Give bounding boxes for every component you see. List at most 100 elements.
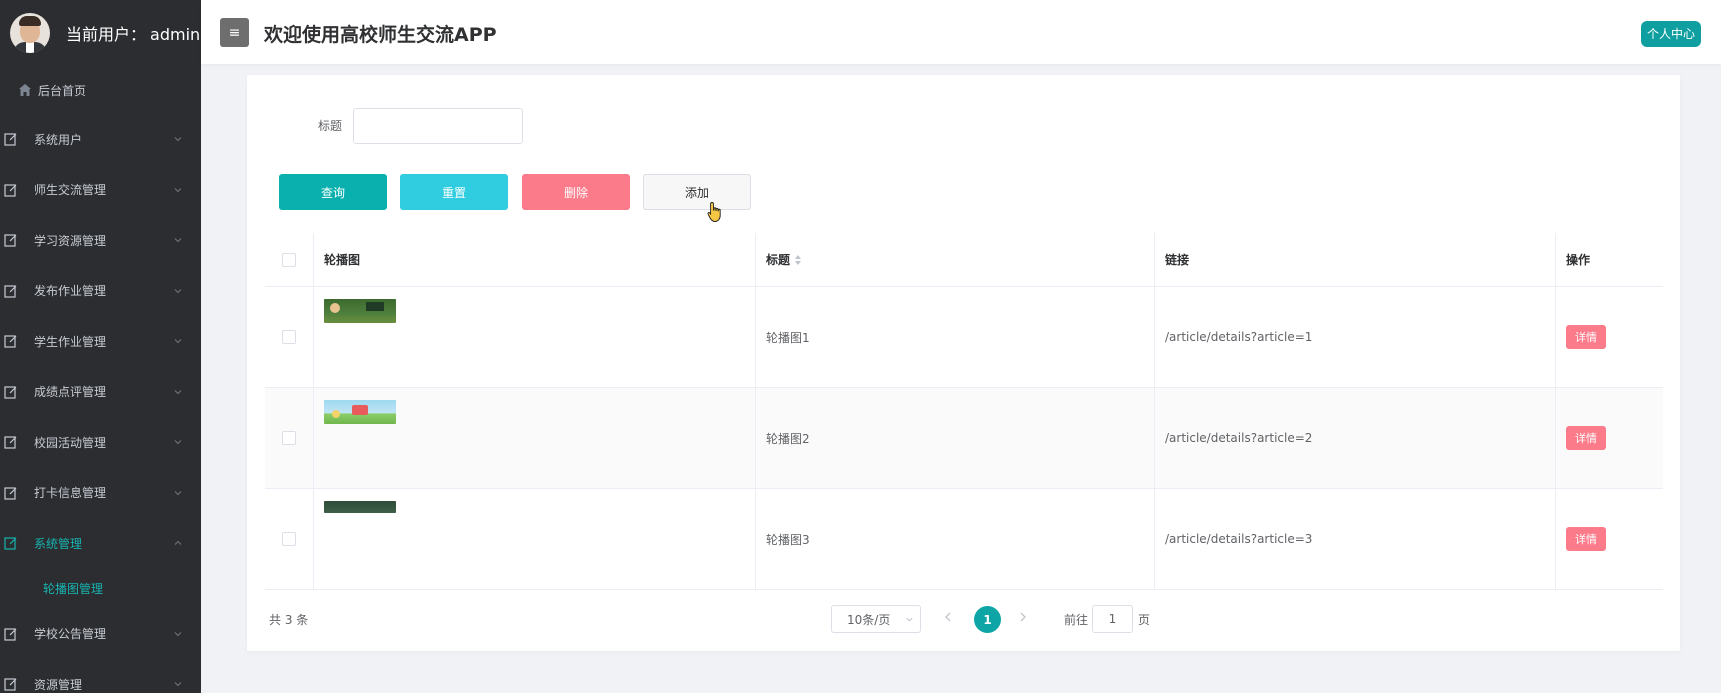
chevron-down-icon xyxy=(174,339,182,344)
next-page-icon[interactable] xyxy=(1016,610,1030,624)
goto-page-input[interactable] xyxy=(1092,605,1133,633)
goto-label: 前往 xyxy=(1064,613,1089,627)
edit-icon xyxy=(4,184,17,197)
edit-icon xyxy=(4,335,17,348)
page-size-value: 10条/页 xyxy=(847,612,891,627)
row-link: /article/details?article=1 xyxy=(1155,287,1556,387)
header-title-cell[interactable]: 标题 xyxy=(756,233,1155,286)
header-link: 链接 xyxy=(1155,233,1556,286)
add-button[interactable]: 添加 xyxy=(643,174,751,210)
row-checkbox[interactable] xyxy=(282,330,296,344)
sidebar-item-label: 资源管理 xyxy=(34,677,83,692)
row-select-cell xyxy=(265,489,314,589)
row-checkbox[interactable] xyxy=(282,431,296,445)
carousel-thumbnail[interactable] xyxy=(324,501,396,513)
goto-suffix: 页 xyxy=(1138,613,1151,627)
sidebar-item-label: 学习资源管理 xyxy=(34,233,107,248)
edit-icon xyxy=(4,386,17,399)
edit-icon xyxy=(4,628,17,641)
prev-page-icon[interactable] xyxy=(941,610,955,624)
current-user-prefix: 当前用户： xyxy=(66,25,147,44)
top-bar: ≡ 欢迎使用高校师生交流APP 个人中心 xyxy=(201,0,1721,64)
content-card: 标题 查询 重置 删除 添加 轮播图 标题 链接 操作 轮播图1 /articl… xyxy=(247,75,1680,651)
edit-icon xyxy=(4,436,17,449)
sidebar-item-label: 成绩点评管理 xyxy=(34,385,107,400)
sidebar-item-label: 系统管理 xyxy=(34,536,83,551)
row-title: 轮播图1 xyxy=(756,287,1155,387)
sidebar-item-home[interactable]: 后台首页 xyxy=(0,66,201,114)
chevron-down-icon xyxy=(174,490,182,496)
sidebar-item-learning-resources[interactable]: 学习资源管理 xyxy=(0,215,201,266)
chevron-down-icon xyxy=(174,440,182,445)
table-row: 轮播图1 /article/details?article=1 详情 xyxy=(265,287,1663,388)
sidebar-item-label: 学校公告管理 xyxy=(34,627,107,642)
app-title: 欢迎使用高校师生交流APP xyxy=(264,24,497,46)
select-all-cell xyxy=(265,233,314,286)
sidebar-subitem-label: 轮播图管理 xyxy=(43,582,104,596)
row-image-cell xyxy=(314,388,756,488)
chevron-down-icon xyxy=(174,187,182,193)
row-actions-cell: 详情 xyxy=(1556,287,1663,387)
delete-button[interactable]: 删除 xyxy=(522,174,630,210)
detail-button[interactable]: 详情 xyxy=(1566,426,1606,450)
sidebar-item-check-in[interactable]: 打卡信息管理 xyxy=(0,468,201,519)
query-button[interactable]: 查询 xyxy=(279,174,387,210)
carousel-thumbnail[interactable] xyxy=(324,400,396,424)
sidebar-item-teacher-student-exchange[interactable]: 师生交流管理 xyxy=(0,165,201,216)
row-checkbox[interactable] xyxy=(282,532,296,546)
sidebar-item-student-homework[interactable]: 学生作业管理 xyxy=(0,316,201,367)
hand-pointer-icon xyxy=(707,202,721,222)
user-block: 当前用户： admin xyxy=(0,0,201,66)
avatar xyxy=(10,13,50,53)
detail-button[interactable]: 详情 xyxy=(1566,325,1606,349)
sidebar-item-system-management[interactable]: 系统管理 xyxy=(0,518,201,569)
row-link: /article/details?article=3 xyxy=(1155,489,1556,589)
sidebar-item-resources[interactable]: 资源管理 xyxy=(0,659,201,693)
row-image-cell xyxy=(314,287,756,387)
row-actions-cell: 详情 xyxy=(1556,388,1663,488)
row-title: 轮播图2 xyxy=(756,388,1155,488)
row-select-cell xyxy=(265,388,314,488)
header-image: 轮播图 xyxy=(314,233,756,286)
chevron-down-icon xyxy=(174,631,182,637)
edit-icon xyxy=(4,234,17,247)
sidebar-item-label: 校园活动管理 xyxy=(34,435,107,450)
sidebar-item-label: 师生交流管理 xyxy=(34,183,107,198)
sidebar-item-grade-review[interactable]: 成绩点评管理 xyxy=(0,367,201,418)
sort-caret-icon[interactable] xyxy=(794,254,802,266)
home-icon xyxy=(19,84,31,96)
select-all-checkbox[interactable] xyxy=(282,252,296,267)
chevron-down-icon xyxy=(174,288,182,294)
page-number-current[interactable]: 1 xyxy=(974,606,1001,633)
sidebar-item-label: 后台首页 xyxy=(38,83,87,98)
sidebar-item-label: 系统用户 xyxy=(34,132,83,147)
row-select-cell xyxy=(265,287,314,387)
sidebar-item-publish-homework[interactable]: 发布作业管理 xyxy=(0,266,201,317)
sidebar-subitem-carousel[interactable]: 轮播图管理 xyxy=(0,569,201,609)
title-search-input[interactable] xyxy=(353,108,523,144)
header-actions: 操作 xyxy=(1566,253,1591,267)
table-row: 轮播图2 /article/details?article=2 详情 xyxy=(265,388,1663,489)
edit-icon xyxy=(4,133,17,146)
carousel-thumbnail[interactable] xyxy=(324,299,396,323)
sidebar-item-system-users[interactable]: 系统用户 xyxy=(0,114,201,165)
sidebar: 当前用户： admin 后台首页 系统用户 师生交流管理 学习资源管理 发布作业管… xyxy=(0,0,201,693)
row-link: /article/details?article=2 xyxy=(1155,388,1556,488)
chevron-down-icon xyxy=(174,389,182,395)
sidebar-item-campus-activities[interactable]: 校园活动管理 xyxy=(0,417,201,468)
detail-button[interactable]: 详情 xyxy=(1566,527,1606,551)
sidebar-item-label: 打卡信息管理 xyxy=(34,486,107,501)
row-title: 轮播图3 xyxy=(756,489,1155,589)
chevron-up-icon xyxy=(174,540,182,546)
edit-icon xyxy=(4,487,17,500)
total-count: 共 3 条 xyxy=(269,613,309,627)
page-size-select[interactable]: 10条/页 xyxy=(831,605,921,633)
menu-toggle-button[interactable]: ≡ xyxy=(220,18,249,47)
chevron-down-icon xyxy=(174,682,182,687)
chevron-down-icon xyxy=(174,137,182,142)
table-header: 轮播图 标题 链接 操作 xyxy=(265,233,1663,287)
chevron-down-icon xyxy=(906,617,913,622)
reset-button[interactable]: 重置 xyxy=(400,174,508,210)
profile-center-button[interactable]: 个人中心 xyxy=(1640,21,1701,47)
sidebar-item-school-announcements[interactable]: 学校公告管理 xyxy=(0,609,201,660)
